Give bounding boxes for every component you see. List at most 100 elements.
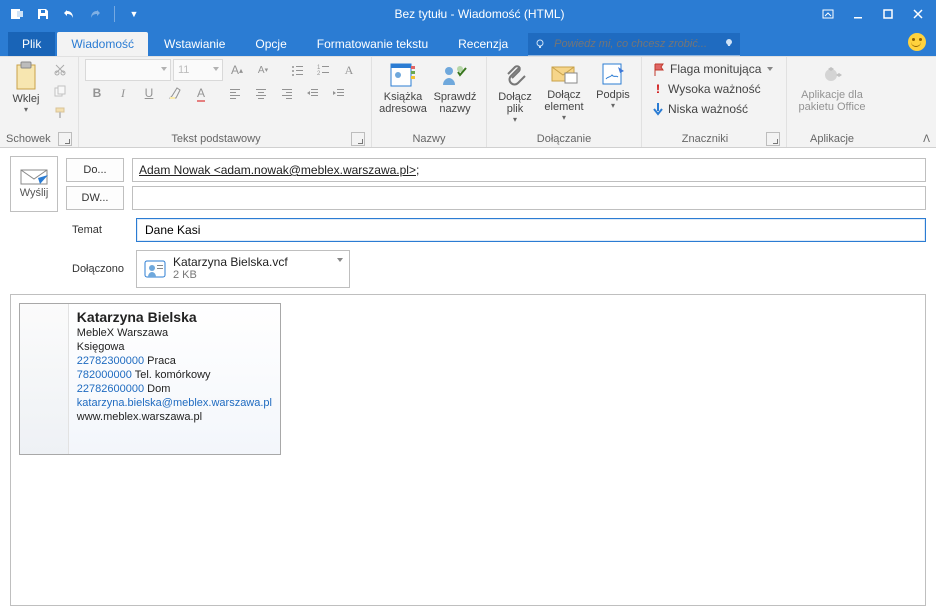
vcard-phone-work[interactable]: 22782300000 [77,355,144,367]
font-size-combo[interactable]: 11 [173,59,223,81]
undo-icon[interactable] [58,3,80,25]
qat-customize-icon[interactable]: ▼ [123,3,145,25]
attachment-name: Katarzyna Bielska.vcf [173,256,288,269]
vcard-phone-work-lbl: Praca [144,355,176,367]
address-book-button[interactable]: Książka adresowa [378,59,428,115]
underline-icon[interactable]: U [137,83,161,103]
low-importance-label: Niska ważność [668,102,748,116]
tab-options[interactable]: Opcje [241,32,300,56]
attach-item-icon [550,61,578,87]
attach-file-label: Dołącz plik [493,91,537,115]
follow-up-button[interactable]: Flaga monitująca [648,59,777,79]
ribbon: Wklej ▾ Schowek 11 A▴ A▾ [0,56,936,148]
cut-icon[interactable] [48,59,72,79]
down-arrow-icon [652,102,664,116]
send-button[interactable]: Wyślij [10,156,58,212]
copy-icon[interactable] [48,81,72,101]
tab-message[interactable]: Wiadomość [57,32,148,56]
align-center-icon[interactable] [249,83,273,103]
font-color-icon[interactable]: A [189,83,213,103]
office-addins-button[interactable]: Aplikacje dla pakietu Office [793,59,871,113]
group-tags: Flaga monitująca ! Wysoka ważność Niska … [642,57,787,147]
vcard-email[interactable]: katarzyna.bielska@meblex.warszawa.pl [77,396,272,410]
feedback-smiley-icon[interactable] [908,33,926,51]
group-names-label: Nazwy [412,133,445,145]
vcard-phone-home[interactable]: 22782600000 [77,383,144,395]
format-painter-icon[interactable] [48,103,72,123]
group-clipboard-label: Schowek [6,133,51,145]
subject-input[interactable] [143,222,919,238]
chevron-down-icon[interactable] [337,258,343,262]
attach-item-button[interactable]: Dołącz element ▾ [539,59,589,122]
grow-font-icon[interactable]: A▴ [225,60,249,80]
ribbon-tabs: Plik Wiadomość Wstawianie Opcje Formatow… [0,28,936,56]
tab-file-label: Plik [22,37,41,51]
paste-button[interactable]: Wklej ▾ [6,59,46,114]
to-recipient[interactable]: Adam Nowak <adam.nowak@meblex.warszawa.p… [139,163,416,177]
cc-field[interactable] [132,186,926,210]
paste-label: Wklej [13,93,40,105]
tab-format[interactable]: Formatowanie tekstu [303,32,442,56]
qat-separator [114,6,115,22]
signature-icon [600,61,626,87]
ribbon-display-icon[interactable] [814,3,842,25]
vcard-info: Katarzyna Bielska MebleX Warszawa Księgo… [69,304,280,454]
highlight-icon[interactable] [163,83,187,103]
envelope-icon [20,169,48,185]
dialog-launcher-icon[interactable] [351,132,365,146]
tell-me-input[interactable] [552,37,718,51]
titlebar: ▼ Bez tytułu - Wiadomość (HTML) [0,0,936,28]
message-body[interactable]: Katarzyna Bielska MebleX Warszawa Księgo… [10,294,926,606]
high-importance-button[interactable]: ! Wysoka ważność [648,79,765,99]
window-controls [814,3,936,25]
font-name-combo[interactable] [85,59,171,81]
minimize-icon[interactable] [844,3,872,25]
tab-review[interactable]: Recenzja [444,32,522,56]
vcard-preview[interactable]: Katarzyna Bielska MebleX Warszawa Księgo… [19,303,281,455]
bullets-icon[interactable] [285,60,309,80]
numbering-icon[interactable]: 12 [311,60,335,80]
flag-icon [652,62,666,76]
vcard-name: Katarzyna Bielska [77,310,272,324]
decrease-indent-icon[interactable] [301,83,325,103]
maximize-icon[interactable] [874,3,902,25]
attach-file-button[interactable]: Dołącz plik ▾ [493,59,537,124]
collapse-ribbon-icon[interactable]: ᐱ [923,134,930,145]
chevron-down-icon [767,67,773,71]
dialog-launcher-icon[interactable] [766,132,780,146]
to-button-label: Do... [83,164,106,176]
attachment-size: 2 KB [173,269,288,282]
tab-insert[interactable]: Wstawianie [150,32,239,56]
attachment-chip[interactable]: Katarzyna Bielska.vcf 2 KB [136,250,350,288]
cc-button-label: DW... [82,192,109,204]
vcard-phone-mobile[interactable]: 782000000 [77,369,132,381]
italic-icon[interactable]: I [111,83,135,103]
close-icon[interactable] [904,3,932,25]
align-right-icon[interactable] [275,83,299,103]
tell-me-search[interactable] [528,33,740,56]
increase-indent-icon[interactable] [327,83,351,103]
align-left-icon[interactable] [223,83,247,103]
dialog-launcher-icon[interactable] [58,132,72,146]
redo-icon[interactable] [84,3,106,25]
compose-header: Wyślij Do... Adam Nowak <adam.nowak@mebl… [10,156,926,212]
qat-outlook-icon[interactable] [6,3,28,25]
follow-up-label: Flaga monitująca [670,62,761,76]
save-icon[interactable] [32,3,54,25]
check-names-button[interactable]: Sprawdź nazwy [430,59,480,115]
subject-field[interactable] [136,218,926,242]
bold-icon[interactable]: B [85,83,109,103]
group-names: Książka adresowa Sprawdź nazwy Nazwy [372,57,487,147]
clear-format-icon[interactable]: A [337,60,361,80]
tab-file[interactable]: Plik [8,32,55,56]
attached-label: Dołączono [72,263,128,275]
group-addins: Aplikacje dla pakietu Office Aplikacje [787,57,877,147]
tabs-spacer [742,28,936,56]
low-importance-button[interactable]: Niska ważność [648,99,752,119]
signature-button[interactable]: Podpis ▾ [591,59,635,110]
cc-button[interactable]: DW... [66,186,124,210]
quick-access-toolbar: ▼ [0,3,145,25]
to-button[interactable]: Do... [66,158,124,182]
shrink-font-icon[interactable]: A▾ [251,60,275,80]
to-field[interactable]: Adam Nowak <adam.nowak@meblex.warszawa.p… [132,158,926,182]
